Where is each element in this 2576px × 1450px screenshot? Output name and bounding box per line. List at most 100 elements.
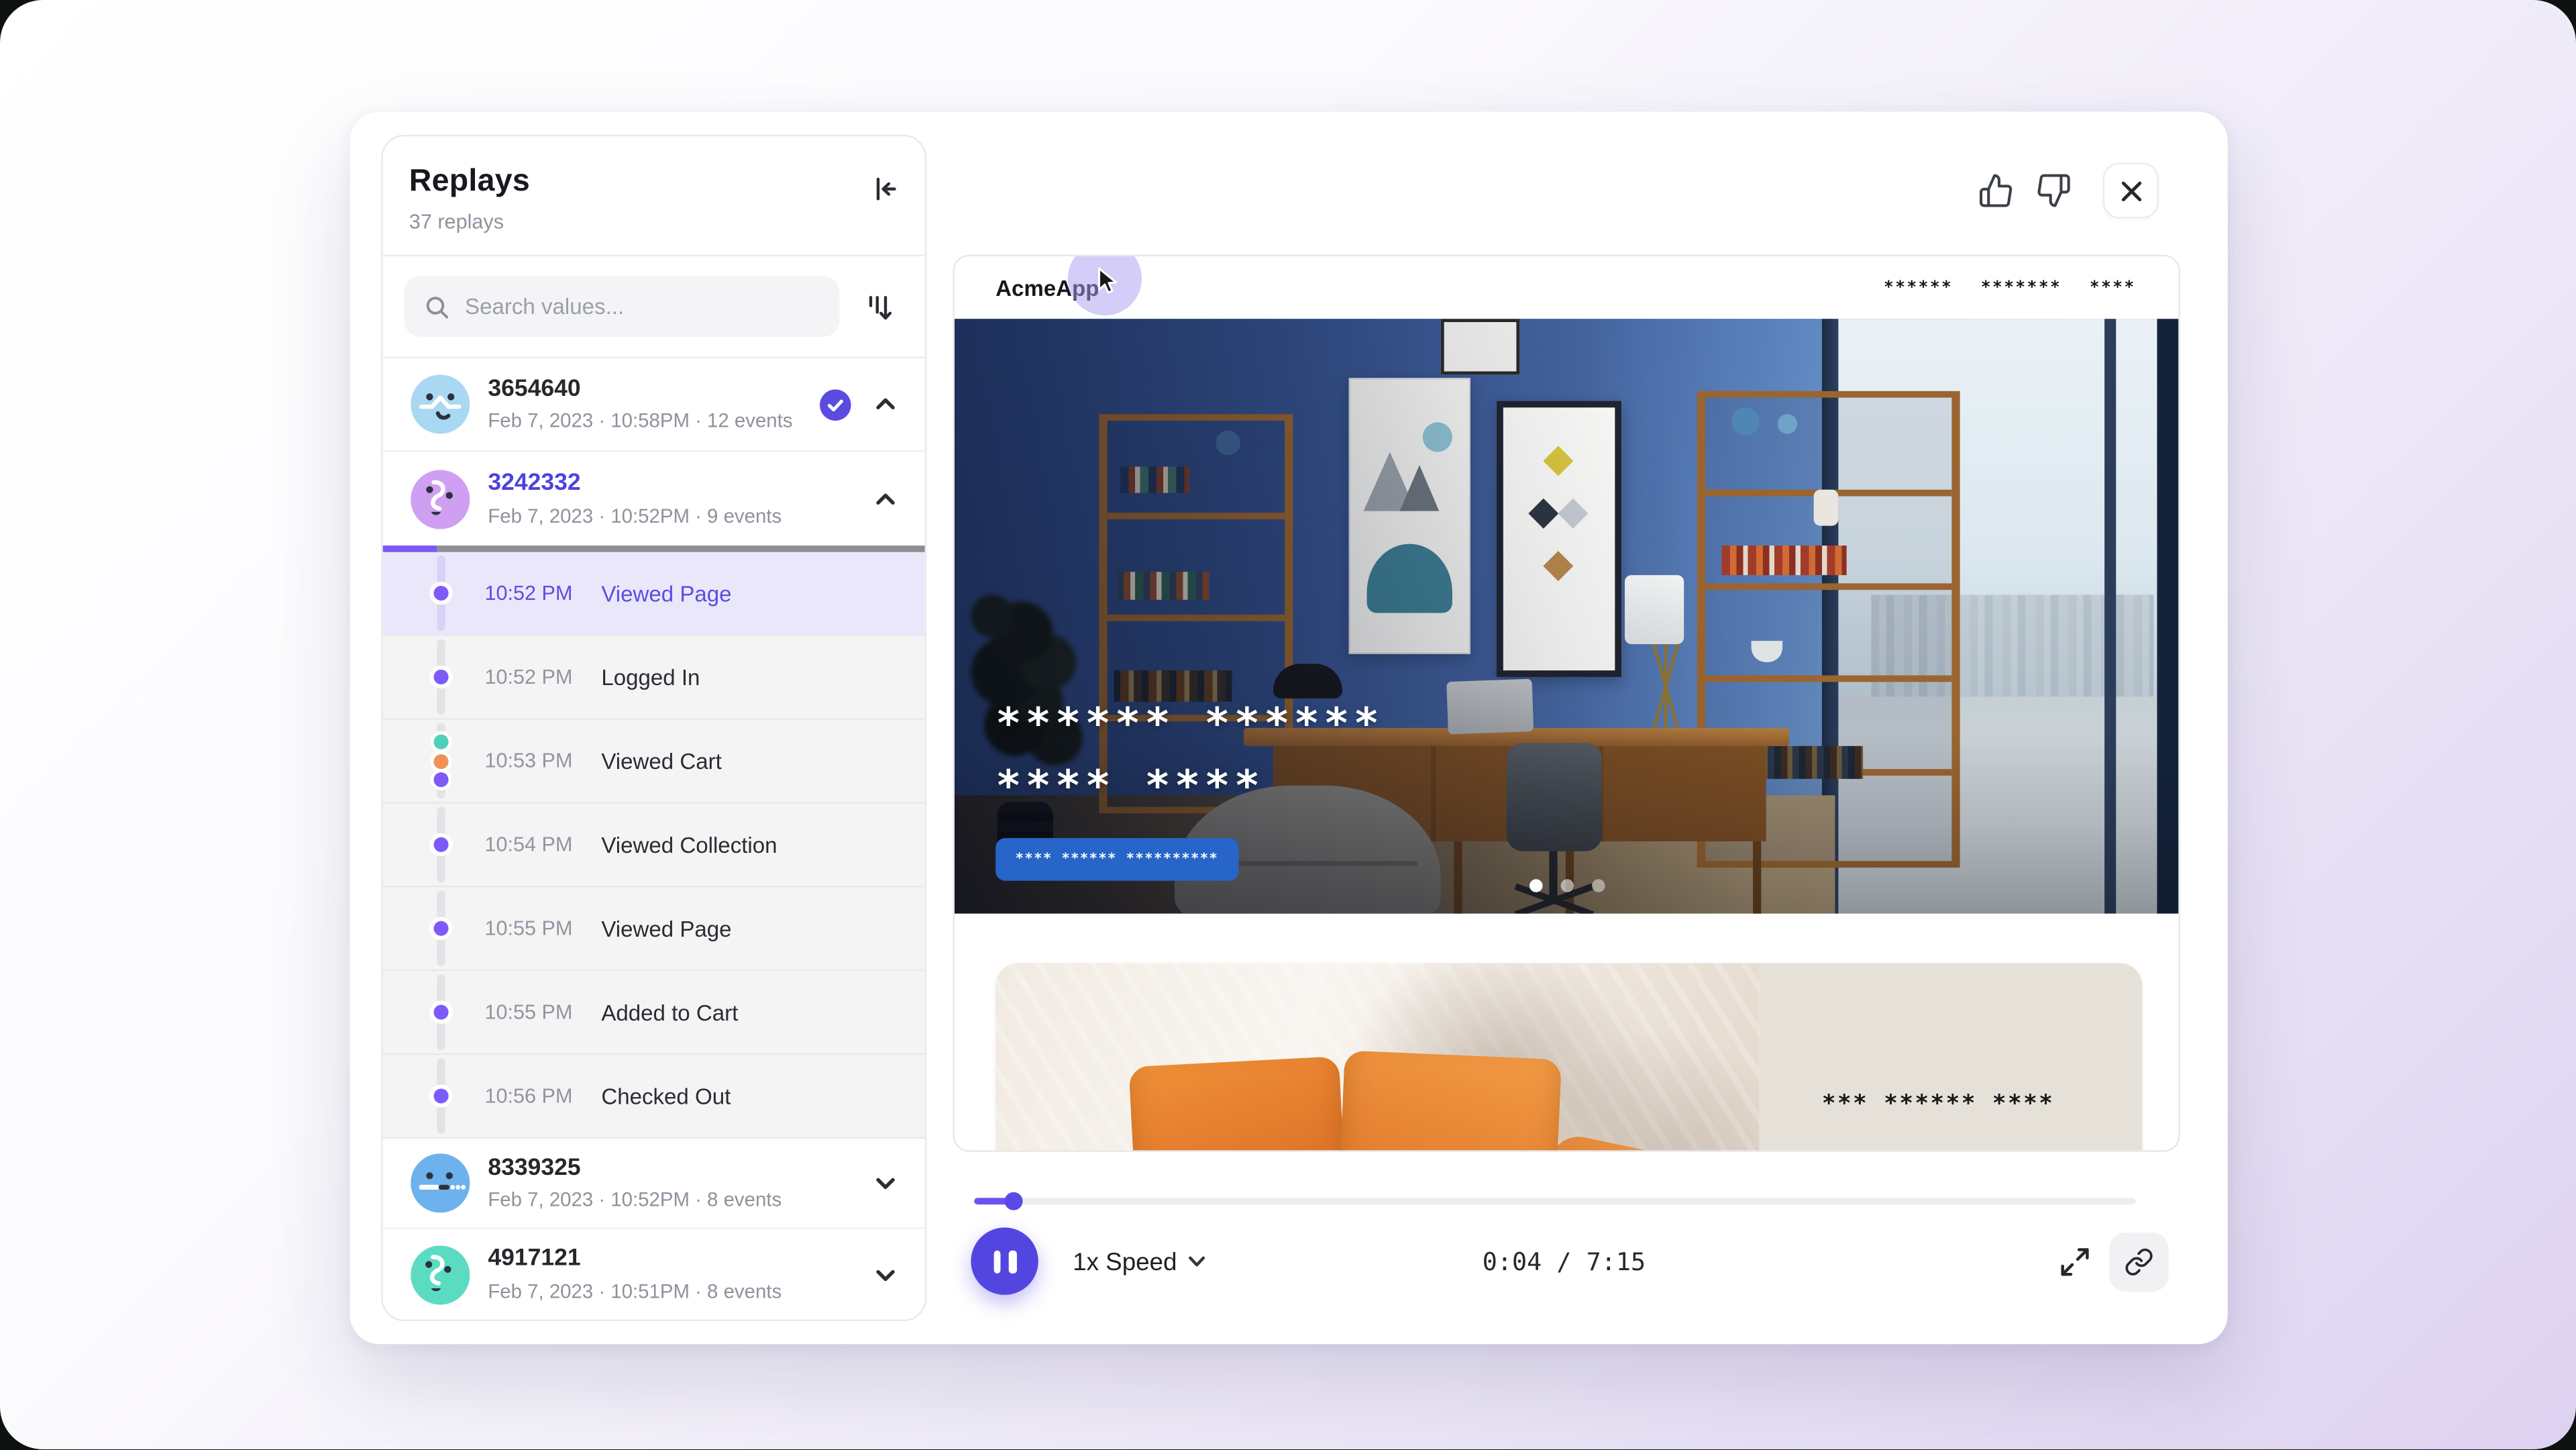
event-row-checked-out[interactable]: 10:56 PM Checked Out bbox=[383, 1055, 925, 1139]
event-time: 10:52 PM bbox=[484, 582, 601, 605]
session-id: 3242332 bbox=[488, 470, 854, 499]
event-row-viewed-cart[interactable]: 10:53 PM Viewed Cart bbox=[383, 720, 925, 804]
sidebar-header: Replays 37 replays bbox=[383, 136, 925, 256]
search-placeholder: Search values... bbox=[465, 294, 624, 319]
thumbs-down-icon bbox=[2035, 172, 2072, 209]
event-label: Checked Out bbox=[601, 1084, 731, 1108]
session-row-4917121[interactable]: 4917121 Feb 7, 2023 · 10:51PM · 8 events bbox=[383, 1229, 925, 1320]
search-row: Search values... bbox=[383, 256, 925, 358]
masked-hero-cta-button[interactable]: **** ****** ********** bbox=[996, 838, 1238, 881]
event-dot-orange bbox=[433, 754, 447, 768]
session-id: 4917121 bbox=[488, 1246, 854, 1275]
avatar bbox=[411, 469, 470, 528]
masked-nav-link[interactable]: ****** bbox=[1884, 279, 1953, 297]
session-row-3654640[interactable]: 3654640 Feb 7, 2023 · 10:58PM · 12 event… bbox=[383, 358, 925, 452]
copy-link-button[interactable] bbox=[2109, 1233, 2168, 1292]
expand-session-button[interactable] bbox=[872, 1261, 898, 1288]
event-label: Viewed Collection bbox=[601, 832, 777, 857]
session-row-3242332[interactable]: 3242332 Feb 7, 2023 · 10:52PM · 9 events bbox=[383, 452, 925, 546]
time-total: 7:15 bbox=[1587, 1247, 1646, 1277]
avatar bbox=[411, 1153, 470, 1212]
pause-button[interactable] bbox=[971, 1227, 1038, 1294]
session-id: 3654640 bbox=[488, 376, 802, 405]
session-id: 8339325 bbox=[488, 1155, 854, 1184]
event-row-added-to-cart[interactable]: 10:55 PM Added to Cart bbox=[383, 971, 925, 1055]
sofa-photo bbox=[996, 963, 1760, 1152]
session-playback-progress[interactable] bbox=[383, 546, 925, 552]
search-icon bbox=[424, 293, 450, 319]
hero-photo: ****** ****** **** **** **** ****** ****… bbox=[955, 319, 2178, 914]
event-label: Viewed Cart bbox=[601, 749, 722, 774]
session-list: 3654640 Feb 7, 2023 · 10:58PM · 12 event… bbox=[383, 358, 925, 1320]
event-row-viewed-page-1[interactable]: 10:52 PM Viewed Page bbox=[383, 552, 925, 636]
collapse-left-icon bbox=[869, 172, 902, 205]
thumbs-up-button[interactable] bbox=[1978, 172, 2015, 209]
event-row-logged-in[interactable]: 10:52 PM Logged In bbox=[383, 636, 925, 720]
session-info: 4917121 Feb 7, 2023 · 10:51PM · 8 events bbox=[488, 1246, 854, 1302]
close-icon bbox=[2118, 178, 2143, 203]
replay-viewport: AcmeApp ****** ******* **** bbox=[953, 255, 2180, 1152]
close-button[interactable] bbox=[2103, 162, 2159, 218]
event-label: Logged In bbox=[601, 665, 700, 690]
collapse-sidebar-button[interactable] bbox=[867, 171, 904, 207]
session-meta: Feb 7, 2023 · 10:51PM · 8 events bbox=[488, 1280, 854, 1302]
event-time: 10:52 PM bbox=[484, 666, 601, 688]
search-input[interactable]: Search values... bbox=[404, 276, 839, 337]
masked-hero-line2: **** **** bbox=[996, 756, 1383, 819]
event-label: Added to Cart bbox=[601, 1000, 738, 1025]
session-info: 8339325 Feb 7, 2023 · 10:52PM · 8 events bbox=[488, 1155, 854, 1211]
replays-sidebar: Replays 37 replays Search values... bbox=[381, 135, 926, 1321]
chevron-down-icon bbox=[872, 1261, 898, 1288]
session-info: 3242332 Feb 7, 2023 · 10:52PM · 9 events bbox=[488, 470, 854, 527]
expand-session-button[interactable] bbox=[872, 1170, 898, 1196]
masked-hero-line1: ****** ****** bbox=[996, 693, 1383, 756]
carousel-dot-active[interactable] bbox=[1529, 879, 1542, 892]
pause-icon bbox=[993, 1249, 1000, 1272]
playback-progress-knob[interactable] bbox=[1005, 1192, 1023, 1210]
replay-modal: Replays 37 replays Search values... bbox=[350, 112, 2228, 1345]
collapse-session-button[interactable] bbox=[872, 486, 898, 512]
collapse-session-button[interactable] bbox=[872, 391, 898, 417]
page-title: Replays bbox=[409, 164, 899, 201]
avatar bbox=[411, 374, 470, 433]
site-nav-links: ****** ******* **** bbox=[1884, 279, 2136, 297]
event-time: 10:53 PM bbox=[484, 749, 601, 772]
thumbs-down-button[interactable] bbox=[2035, 172, 2072, 209]
avatar bbox=[411, 1245, 470, 1304]
carousel-dot[interactable] bbox=[1591, 879, 1605, 892]
carousel-dots bbox=[1529, 879, 1605, 892]
session-row-8339325[interactable]: 8339325 Feb 7, 2023 · 10:52PM · 8 events bbox=[383, 1139, 925, 1229]
speed-dropdown[interactable]: 1x Speed bbox=[1073, 1245, 1206, 1278]
time-separator: / bbox=[1556, 1247, 1571, 1277]
event-label: Viewed Page bbox=[601, 916, 731, 941]
event-dot-purple bbox=[433, 772, 447, 787]
carousel-dot[interactable] bbox=[1560, 879, 1573, 892]
speed-label: 1x Speed bbox=[1073, 1248, 1177, 1276]
playback-progress-bar[interactable] bbox=[974, 1198, 2135, 1204]
time-current: 0:04 bbox=[1483, 1247, 1542, 1277]
replay-count: 37 replays bbox=[409, 210, 899, 233]
event-time: 10:56 PM bbox=[484, 1084, 601, 1107]
session-info: 3654640 Feb 7, 2023 · 10:58PM · 12 event… bbox=[488, 376, 802, 432]
event-row-viewed-page-2[interactable]: 10:55 PM Viewed Page bbox=[383, 887, 925, 971]
time-display: 0:04 / 7:15 bbox=[1441, 1247, 1687, 1277]
masked-hero-heading: ****** ****** **** **** bbox=[996, 693, 1383, 818]
event-dot bbox=[433, 1005, 447, 1020]
product-card[interactable]: *** ****** **** bbox=[996, 963, 2142, 1152]
thumbs-up-icon bbox=[1978, 172, 2015, 209]
fullscreen-button[interactable] bbox=[2057, 1244, 2093, 1280]
chevron-up-icon bbox=[872, 391, 898, 417]
session-progress-track bbox=[437, 546, 924, 552]
watched-check-badge bbox=[820, 389, 851, 420]
feedback-actions bbox=[1978, 162, 2159, 218]
event-row-viewed-collection[interactable]: 10:54 PM Viewed Collection bbox=[383, 804, 925, 888]
sort-descending-icon bbox=[863, 290, 896, 323]
event-dot bbox=[433, 837, 447, 852]
site-content-section: *** ****** **** bbox=[955, 914, 2178, 1151]
masked-nav-link[interactable]: ******* bbox=[1981, 279, 2061, 297]
event-time: 10:55 PM bbox=[484, 1000, 601, 1023]
masked-nav-link[interactable]: **** bbox=[2090, 279, 2136, 297]
event-dot bbox=[433, 586, 447, 601]
event-timeline: 10:52 PM Viewed Page 10:52 PM Logged In bbox=[383, 552, 925, 1139]
sort-filter-button[interactable] bbox=[857, 285, 900, 328]
